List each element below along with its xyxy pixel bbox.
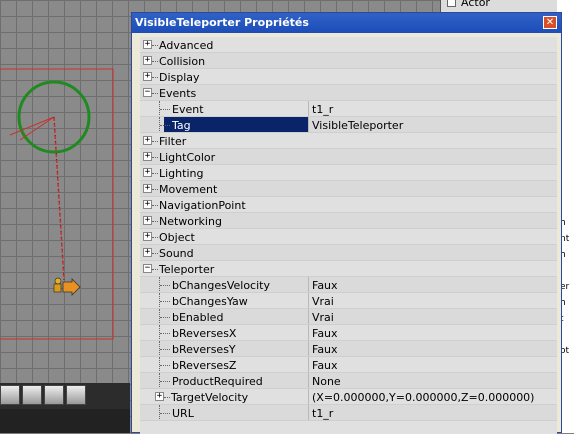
category-label: Object — [159, 231, 195, 244]
property-row[interactable]: + TargetVelocity (X=0.000000,Y=0.000000,Z=… — [140, 389, 557, 405]
category-row[interactable]: + Filter — [140, 133, 557, 149]
category-row[interactable]: − Teleporter — [140, 261, 557, 277]
selection-box — [0, 68, 114, 340]
property-value[interactable]: Vrai — [312, 311, 334, 324]
expand-icon[interactable]: + — [143, 184, 152, 193]
expand-icon[interactable]: + — [143, 72, 152, 81]
property-value[interactable]: VisibleTeleporter — [312, 119, 403, 132]
category-label: Collision — [159, 55, 206, 68]
expand-icon[interactable]: + — [143, 200, 152, 209]
property-value[interactable]: t1_r — [312, 407, 333, 420]
viewport-toolbar — [0, 383, 130, 409]
property-name: ProductRequired — [172, 375, 263, 388]
expand-icon[interactable]: + — [143, 168, 152, 177]
property-row[interactable]: Tag VisibleTeleporter — [140, 117, 557, 133]
property-name: Tag — [172, 119, 191, 132]
property-row[interactable]: bEnabled Vrai — [140, 309, 557, 325]
expand-icon[interactable] — [447, 0, 456, 7]
category-label: Sound — [159, 247, 194, 260]
category-label: LightColor — [159, 151, 216, 164]
expand-icon[interactable]: + — [143, 56, 152, 65]
expand-icon[interactable]: + — [143, 152, 152, 161]
property-value[interactable]: Faux — [312, 279, 338, 292]
category-label: Advanced — [159, 39, 214, 52]
property-value[interactable]: (X=0.000000,Y=0.000000,Z=0.000000) — [312, 391, 534, 404]
property-row[interactable]: bReversesY Faux — [140, 341, 557, 357]
category-row[interactable]: + Advanced — [140, 37, 557, 53]
actor-browser-pane: Actor — [440, 0, 574, 12]
category-label: NavigationPoint — [159, 199, 246, 212]
category-row[interactable]: + Lighting — [140, 165, 557, 181]
category-row[interactable]: + Object — [140, 229, 557, 245]
textured-view-icon[interactable] — [44, 385, 64, 405]
property-name: bReversesX — [172, 327, 237, 340]
expand-icon[interactable]: + — [143, 40, 152, 49]
property-row[interactable]: bReversesX Faux — [140, 325, 557, 341]
property-row[interactable]: bChangesYaw Vrai — [140, 293, 557, 309]
category-row[interactable]: + LightColor — [140, 149, 557, 165]
property-name: bReversesZ — [172, 359, 237, 372]
category-row[interactable]: + Collision — [140, 53, 557, 69]
property-name: URL — [172, 407, 194, 420]
title-bar[interactable]: VisibleTeleporter Propriétés ✕ — [132, 13, 561, 33]
teleporter-actor-icon[interactable] — [53, 277, 81, 296]
actor-tree-item[interactable]: Actor — [461, 0, 490, 9]
property-value[interactable]: t1_r — [312, 103, 333, 116]
wireframe-icon[interactable] — [0, 385, 20, 405]
category-row[interactable]: + Movement — [140, 181, 557, 197]
property-row[interactable]: ProductRequired None — [140, 373, 557, 389]
expand-icon[interactable]: + — [143, 232, 152, 241]
category-label: Events — [159, 87, 197, 100]
expand-icon[interactable]: + — [143, 216, 152, 225]
property-value[interactable]: Vrai — [312, 295, 334, 308]
category-label: Teleporter — [159, 263, 215, 276]
property-name: bChangesVelocity — [172, 279, 270, 292]
viewport-status-area — [0, 409, 130, 433]
category-row[interactable]: + Display — [140, 69, 557, 85]
property-name: bChangesYaw — [172, 295, 248, 308]
expand-icon[interactable]: + — [155, 392, 164, 401]
property-grid: + Advanced + Collision + Display − Events Event t… — [140, 37, 557, 434]
category-row[interactable]: + Sound — [140, 245, 557, 261]
property-row[interactable]: bChangesVelocity Faux — [140, 277, 557, 293]
property-value[interactable]: Faux — [312, 327, 338, 340]
property-value[interactable]: None — [312, 375, 341, 388]
category-label: Movement — [159, 183, 218, 196]
property-name: TargetVelocity — [171, 391, 249, 404]
category-label: Filter — [159, 135, 187, 148]
expand-icon[interactable]: + — [143, 248, 152, 257]
property-name: bReversesY — [172, 343, 236, 356]
property-name: Event — [172, 103, 204, 116]
category-row[interactable]: − Events — [140, 85, 557, 101]
category-label: Networking — [159, 215, 222, 228]
zone-view-icon[interactable] — [22, 385, 42, 405]
lighting-view-icon[interactable] — [66, 385, 86, 405]
category-row[interactable]: + NavigationPoint — [140, 197, 557, 213]
window-title: VisibleTeleporter Propriétés — [135, 16, 309, 29]
property-value[interactable]: Faux — [312, 343, 338, 356]
collapse-icon[interactable]: − — [143, 88, 152, 97]
properties-window: VisibleTeleporter Propriétés ✕ + Advanced… — [131, 12, 562, 434]
category-label: Display — [159, 71, 200, 84]
property-value[interactable]: Faux — [312, 359, 338, 372]
property-row[interactable]: Event t1_r — [140, 101, 557, 117]
category-row[interactable]: + Networking — [140, 213, 557, 229]
property-name: bEnabled — [172, 311, 224, 324]
property-row[interactable]: URL t1_r — [140, 405, 557, 421]
category-label: Lighting — [159, 167, 204, 180]
collapse-icon[interactable]: − — [143, 264, 152, 273]
close-icon[interactable]: ✕ — [543, 16, 557, 29]
expand-icon[interactable]: + — [143, 136, 152, 145]
property-row[interactable]: bReversesZ Faux — [140, 357, 557, 373]
